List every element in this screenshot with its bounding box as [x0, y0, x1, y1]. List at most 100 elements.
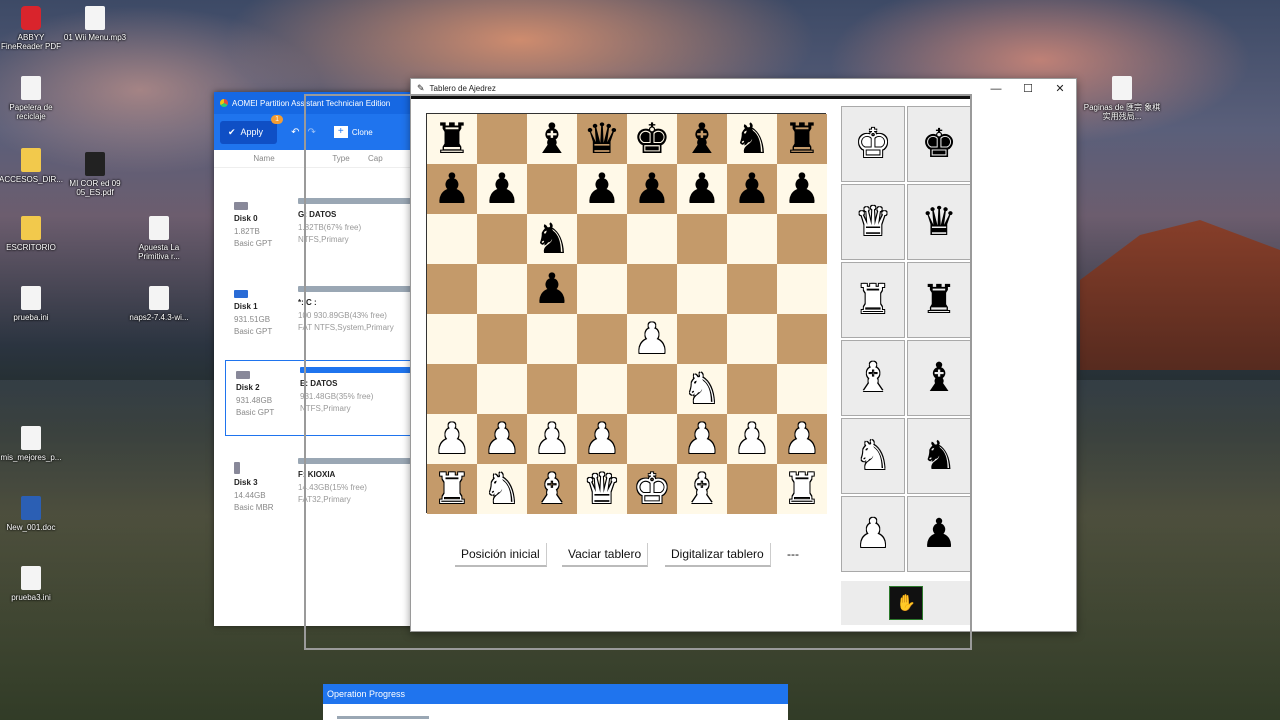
square-g2[interactable]: ♟ [727, 414, 777, 464]
white-pawn-icon[interactable]: ♟ [533, 418, 571, 460]
white-pawn-icon[interactable]: ♟ [683, 418, 721, 460]
square-c2[interactable]: ♟ [527, 414, 577, 464]
square-e3[interactable] [627, 364, 677, 414]
palette-black-rook[interactable]: ♜ [907, 262, 971, 338]
palette-black-pawn[interactable]: ♟ [907, 496, 971, 572]
square-a8[interactable]: ♜ [427, 114, 477, 164]
black-pawn-icon[interactable]: ♟ [683, 168, 721, 210]
square-d6[interactable] [577, 214, 627, 264]
white-bishop-icon[interactable]: ♝ [533, 468, 571, 510]
black-rook-icon[interactable]: ♜ [433, 118, 471, 160]
desktop-icon-wii-menu[interactable]: 01 Wii Menu.mp3 [60, 6, 130, 42]
square-g3[interactable] [727, 364, 777, 414]
square-c5[interactable]: ♟ [527, 264, 577, 314]
black-pawn-icon[interactable]: ♟ [533, 268, 571, 310]
square-g1[interactable] [727, 464, 777, 514]
desktop-icon-abbyy[interactable]: ABBYY FineReader PDF [0, 6, 66, 51]
white-rook-icon[interactable]: ♜ [783, 468, 821, 510]
white-queen-icon[interactable]: ♛ [583, 468, 621, 510]
square-d3[interactable] [577, 364, 627, 414]
clone-button[interactable]: + Clone [333, 126, 373, 138]
digitize-board-button[interactable]: Digitalizar tablero [665, 543, 771, 567]
disk-row-3[interactable]: Disk 3 14.44GB Basic MBR F: KIOXIA 14.43… [224, 452, 414, 528]
palette-black-bishop[interactable]: ♝ [907, 340, 971, 416]
white-king-icon[interactable]: ♚ [633, 468, 671, 510]
black-pawn-icon[interactable]: ♟ [583, 168, 621, 210]
square-d2[interactable]: ♟ [577, 414, 627, 464]
desktop-icon-escritorio[interactable]: ESCRITORIO [0, 216, 66, 252]
white-pawn-icon[interactable]: ♟ [583, 418, 621, 460]
square-f2[interactable]: ♟ [677, 414, 727, 464]
square-h2[interactable]: ♟ [777, 414, 827, 464]
square-f5[interactable] [677, 264, 727, 314]
chess-board[interactable]: ♜ ♝ ♛ ♚ ♝ ♞ ♜ ♟ ♟ ♟ ♟ ♟ ♟ ♟ ♞ ♟ ♟ ♞ ♟ ♟ ♟ ♟ ♟ ♟ ♟ ♜ ♞ ♝ ♛ ♚ ♝ ♜ [426, 113, 827, 514]
square-c8[interactable]: ♝ [527, 114, 577, 164]
palette-white-bishop[interactable]: ♝ [841, 340, 905, 416]
black-knight-icon[interactable]: ♞ [733, 118, 771, 160]
square-h1[interactable]: ♜ [777, 464, 827, 514]
palette-black-queen[interactable]: ♛ [907, 184, 971, 260]
square-a7[interactable]: ♟ [427, 164, 477, 214]
maximize-icon[interactable]: ☐ [1012, 79, 1044, 98]
disk-row-0[interactable]: Disk 0 1.82TB Basic GPT G: DATOS 1.82TB(… [224, 192, 414, 268]
desktop-icon-accesos[interactable]: ACCESOS_DIR... [0, 148, 66, 184]
square-g6[interactable] [727, 214, 777, 264]
square-d5[interactable] [577, 264, 627, 314]
white-pawn-icon[interactable]: ♟ [783, 418, 821, 460]
initial-position-button[interactable]: Posición inicial [455, 543, 547, 567]
square-h4[interactable] [777, 314, 827, 364]
square-c3[interactable] [527, 364, 577, 414]
black-bishop-icon[interactable]: ♝ [683, 118, 721, 160]
desktop-icon-paginas[interactable]: Paginas de 匯宗 象棋实用残局... [1082, 76, 1162, 121]
desktop-icon-prueba-ini[interactable]: prueba.ini [0, 286, 66, 322]
square-f8[interactable]: ♝ [677, 114, 727, 164]
square-f3[interactable]: ♞ [677, 364, 727, 414]
square-d4[interactable] [577, 314, 627, 364]
square-b2[interactable]: ♟ [477, 414, 527, 464]
minimize-icon[interactable]: — [980, 79, 1012, 98]
desktop-icon-mi-cor-pdf[interactable]: MI COR ed 09 05_ES.pdf [60, 152, 130, 197]
square-c6[interactable]: ♞ [527, 214, 577, 264]
square-a6[interactable] [427, 214, 477, 264]
palette-white-queen[interactable]: ♛ [841, 184, 905, 260]
square-f1[interactable]: ♝ [677, 464, 727, 514]
square-h8[interactable]: ♜ [777, 114, 827, 164]
square-f7[interactable]: ♟ [677, 164, 727, 214]
white-bishop-icon[interactable]: ♝ [683, 468, 721, 510]
black-pawn-icon[interactable]: ♟ [733, 168, 771, 210]
desktop-icon-mis-mejores[interactable]: mis_mejores_p... [0, 426, 66, 462]
square-e5[interactable] [627, 264, 677, 314]
black-queen-icon[interactable]: ♛ [583, 118, 621, 160]
black-king-icon[interactable]: ♚ [633, 118, 671, 160]
palette-white-rook[interactable]: ♜ [841, 262, 905, 338]
square-g5[interactable] [727, 264, 777, 314]
square-b8[interactable] [477, 114, 527, 164]
desktop-icon-new-001-doc[interactable]: New_001.doc [0, 496, 66, 532]
white-pawn-icon[interactable]: ♟ [633, 318, 671, 360]
undo-icon[interactable]: ↶ [291, 127, 299, 138]
square-e7[interactable]: ♟ [627, 164, 677, 214]
square-b6[interactable] [477, 214, 527, 264]
square-b4[interactable] [477, 314, 527, 364]
black-pawn-icon[interactable]: ♟ [783, 168, 821, 210]
desktop-icon-prueba3-ini[interactable]: prueba3.ini [0, 566, 66, 602]
palette-white-king[interactable]: ♚ [841, 106, 905, 182]
eraser-tool[interactable]: ✋ [841, 581, 971, 625]
black-rook-icon[interactable]: ♜ [783, 118, 821, 160]
square-h6[interactable] [777, 214, 827, 264]
square-b7[interactable]: ♟ [477, 164, 527, 214]
black-knight-icon[interactable]: ♞ [533, 218, 571, 260]
square-b5[interactable] [477, 264, 527, 314]
close-icon[interactable]: ✕ [1044, 79, 1076, 98]
square-e1[interactable]: ♚ [627, 464, 677, 514]
desktop-icon-recycle-bin[interactable]: Papelera de reciclaje [0, 76, 66, 121]
square-h5[interactable] [777, 264, 827, 314]
disk-row-1[interactable]: Disk 1 931.51GB Basic GPT *: C : 100 930… [224, 280, 414, 356]
square-e6[interactable] [627, 214, 677, 264]
square-a2[interactable]: ♟ [427, 414, 477, 464]
square-g7[interactable]: ♟ [727, 164, 777, 214]
apply-button[interactable]: ✔ Apply 1 [220, 114, 284, 144]
square-d1[interactable]: ♛ [577, 464, 627, 514]
square-c4[interactable] [527, 314, 577, 364]
redo-icon[interactable]: ↷ [307, 127, 315, 138]
